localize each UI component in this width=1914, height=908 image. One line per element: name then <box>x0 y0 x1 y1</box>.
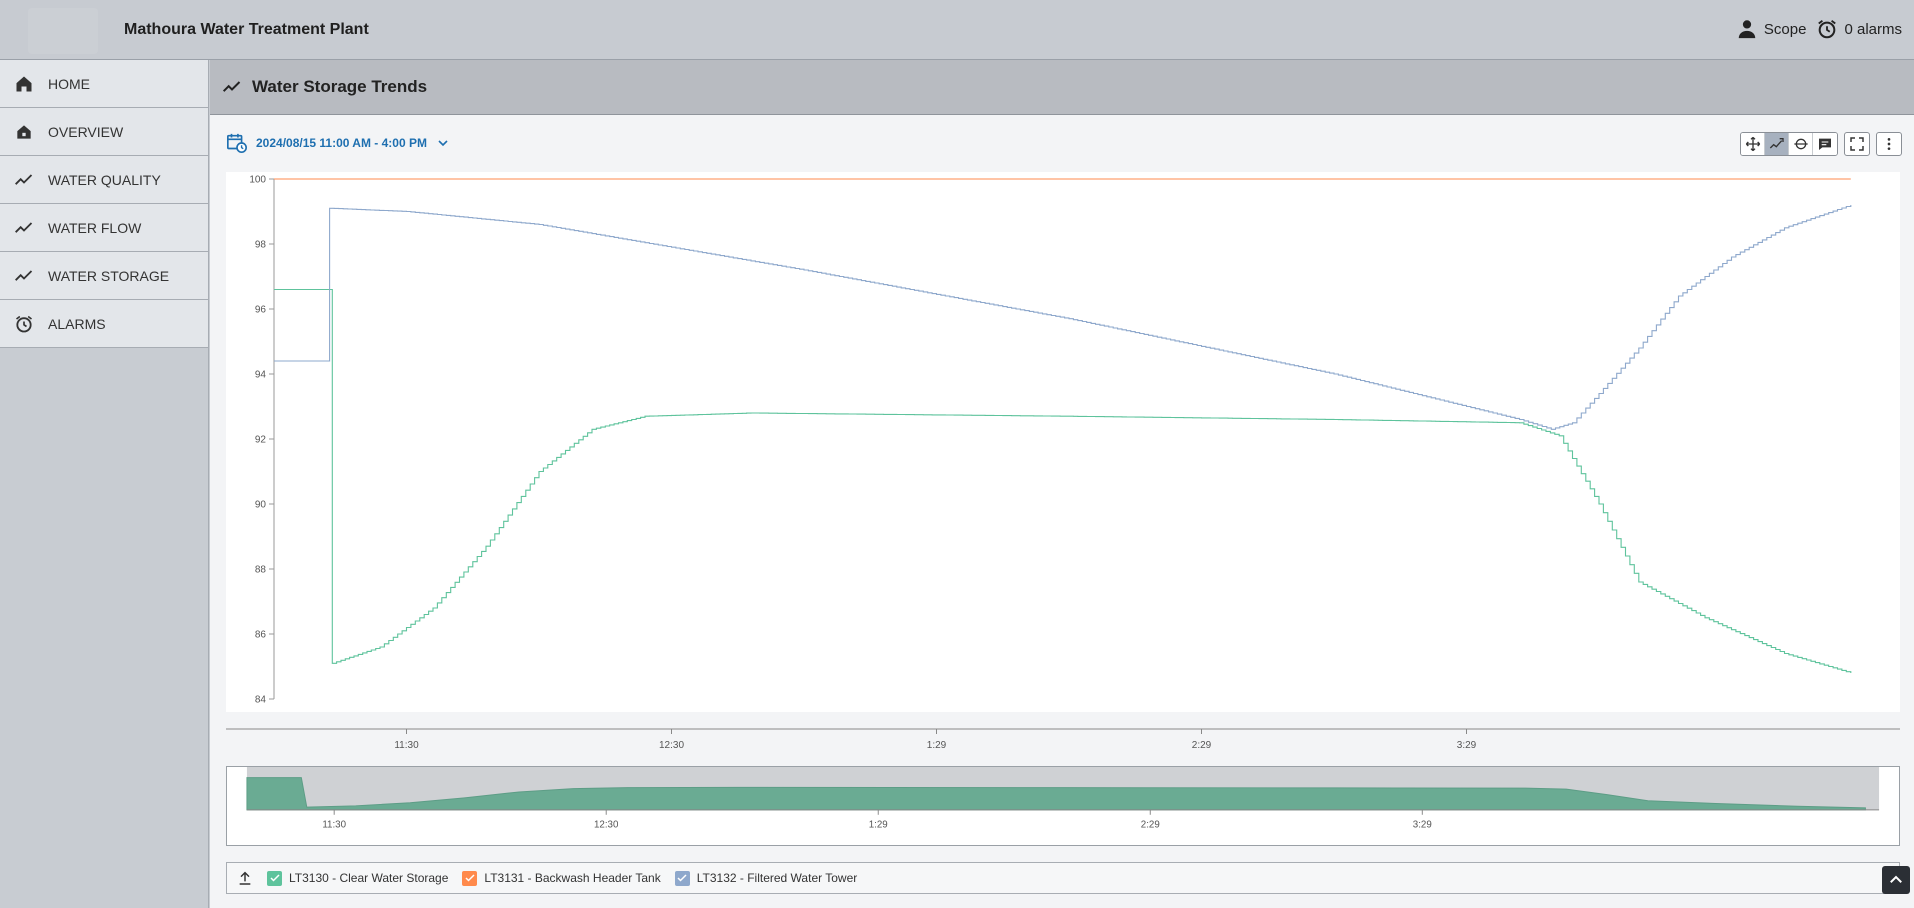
section-header: Water Storage Trends <box>210 60 1914 115</box>
y-tick-label: 96 <box>255 305 267 316</box>
sidebar-item-label: WATER FLOW <box>48 219 142 236</box>
main-content: Water Storage Trends 2024/08/15 11:00 AM… <box>210 60 1914 908</box>
sidebar-item-alarms[interactable]: ALARMS <box>0 300 208 348</box>
y-tick-label: 84 <box>255 695 267 706</box>
chevron-down-icon[interactable] <box>435 135 451 151</box>
user-label: Scope <box>1763 20 1807 38</box>
zoom-trend-icon <box>1769 138 1784 149</box>
sidebar-item-label: OVERVIEW <box>48 123 124 140</box>
fullscreen-button[interactable] <box>1844 132 1870 156</box>
chevron-up-icon <box>1890 875 1902 883</box>
sidebar-item-label: WATER QUALITY <box>48 171 161 188</box>
sidebar-item-water-storage[interactable]: WATER STORAGE <box>0 252 208 300</box>
navigator-tick-label: 12:30 <box>594 819 619 830</box>
y-tick-label: 86 <box>255 630 267 641</box>
sidebar-item-water-quality[interactable]: WATER QUALITY <box>0 156 208 204</box>
legend-item-lt3131[interactable]: LT3131 - Backwash Header Tank <box>462 870 661 886</box>
navigator-tick-label: 2:29 <box>1141 819 1160 830</box>
legend-item-lt3130[interactable]: LT3130 - Clear Water Storage <box>267 870 449 886</box>
zoom-button[interactable] <box>1765 133 1789 155</box>
alarm-clock-icon <box>16 315 32 332</box>
sidebar-item-label: HOME <box>48 75 90 92</box>
scroll-top-button[interactable] <box>1882 866 1910 894</box>
page-title: Water Storage Trends <box>252 77 428 96</box>
alarm-clock-icon <box>1818 20 1837 39</box>
home-icon <box>16 76 32 91</box>
chart-toolbar <box>1740 132 1902 156</box>
sidebar-nav: HOME OVERVIEW WATER QUALITY WATER FLOW W… <box>0 60 209 908</box>
move-icon <box>1745 136 1760 152</box>
user-icon <box>1738 20 1756 39</box>
trend-chart[interactable]: 100 98 96 94 92 90 88 86 84 <box>226 172 1900 712</box>
alarms-indicator[interactable]: 0 alarms <box>1816 18 1902 40</box>
app-title: Mathoura Water Treatment Plant <box>124 21 369 38</box>
x-tick-label: 12:30 <box>659 740 684 751</box>
x-tick-label: 1:29 <box>927 740 947 751</box>
sidebar-item-overview[interactable]: OVERVIEW <box>0 108 208 156</box>
check-icon <box>269 874 280 882</box>
y-tick-label: 100 <box>249 175 266 186</box>
calendar-clock-icon <box>227 133 247 153</box>
legend-label: LT3131 - Backwash Header Tank <box>484 871 661 885</box>
sidebar-item-label: WATER STORAGE <box>48 267 170 284</box>
trend-icon <box>15 221 33 233</box>
navigator-tick-label: 11:30 <box>322 819 346 830</box>
navigator-tick-label: 3:29 <box>1413 819 1432 830</box>
more-options-button[interactable] <box>1876 132 1902 156</box>
legend-checkbox[interactable] <box>462 870 478 886</box>
navigator-tick-label: 1:29 <box>869 819 888 830</box>
crosshair-icon <box>1793 138 1808 150</box>
y-tick-label: 92 <box>255 435 267 446</box>
y-tick-label: 90 <box>255 500 267 511</box>
pan-button[interactable] <box>1741 133 1765 155</box>
chart-mode-group <box>1740 132 1838 156</box>
comment-icon <box>1819 138 1831 150</box>
x-tick-label: 2:29 <box>1192 740 1212 751</box>
y-tick-label: 94 <box>255 370 267 381</box>
header-status: Scope 0 alarms <box>1736 18 1902 40</box>
legend-label: LT3132 - Filtered Water Tower <box>696 871 858 885</box>
user-menu[interactable]: Scope <box>1736 18 1807 40</box>
x-tick-label: 11:30 <box>394 740 419 751</box>
series-line-0 <box>274 288 1852 673</box>
trend-icon <box>15 173 33 185</box>
check-icon <box>465 874 475 882</box>
range-navigator[interactable]: 11:30 12:30 1:29 2:29 3:29 <box>226 766 1900 846</box>
house-icon <box>17 124 31 139</box>
series-line-2 <box>274 205 1852 430</box>
alarms-label: 0 alarms <box>1844 20 1902 38</box>
sidebar-item-label: ALARMS <box>48 315 106 332</box>
x-tick-label: 3:29 <box>1457 740 1477 751</box>
fullscreen-icon <box>1850 137 1864 151</box>
legend-item-lt3132[interactable]: LT3132 - Filtered Water Tower <box>674 870 858 886</box>
check-icon <box>677 874 687 882</box>
trend-icon <box>15 269 33 281</box>
sidebar-item-water-flow[interactable]: WATER FLOW <box>0 204 208 252</box>
y-tick-label: 98 <box>255 240 267 251</box>
app-header: Mathoura Water Treatment Plant Scope 0 a… <box>0 0 1914 60</box>
legend-checkbox[interactable] <box>267 870 282 886</box>
app-logo <box>28 8 98 54</box>
annotation-button[interactable] <box>1813 133 1837 155</box>
trend-icon <box>222 81 241 92</box>
legend-checkbox[interactable] <box>674 870 690 886</box>
chart-legend: LT3130 - Clear Water Storage LT3131 - Ba… <box>226 862 1900 894</box>
legend-label: LT3130 - Clear Water Storage <box>289 871 449 885</box>
x-trace-button[interactable] <box>1789 133 1813 155</box>
y-tick-label: 88 <box>255 565 267 576</box>
sidebar-item-home[interactable]: HOME <box>0 60 208 108</box>
date-range-label: 2024/08/15 11:00 AM - 4:00 PM <box>256 136 427 150</box>
upload-icon[interactable] <box>237 870 253 886</box>
date-range-picker[interactable]: 2024/08/15 11:00 AM - 4:00 PM <box>226 132 451 154</box>
kebab-menu-icon <box>1887 138 1891 150</box>
